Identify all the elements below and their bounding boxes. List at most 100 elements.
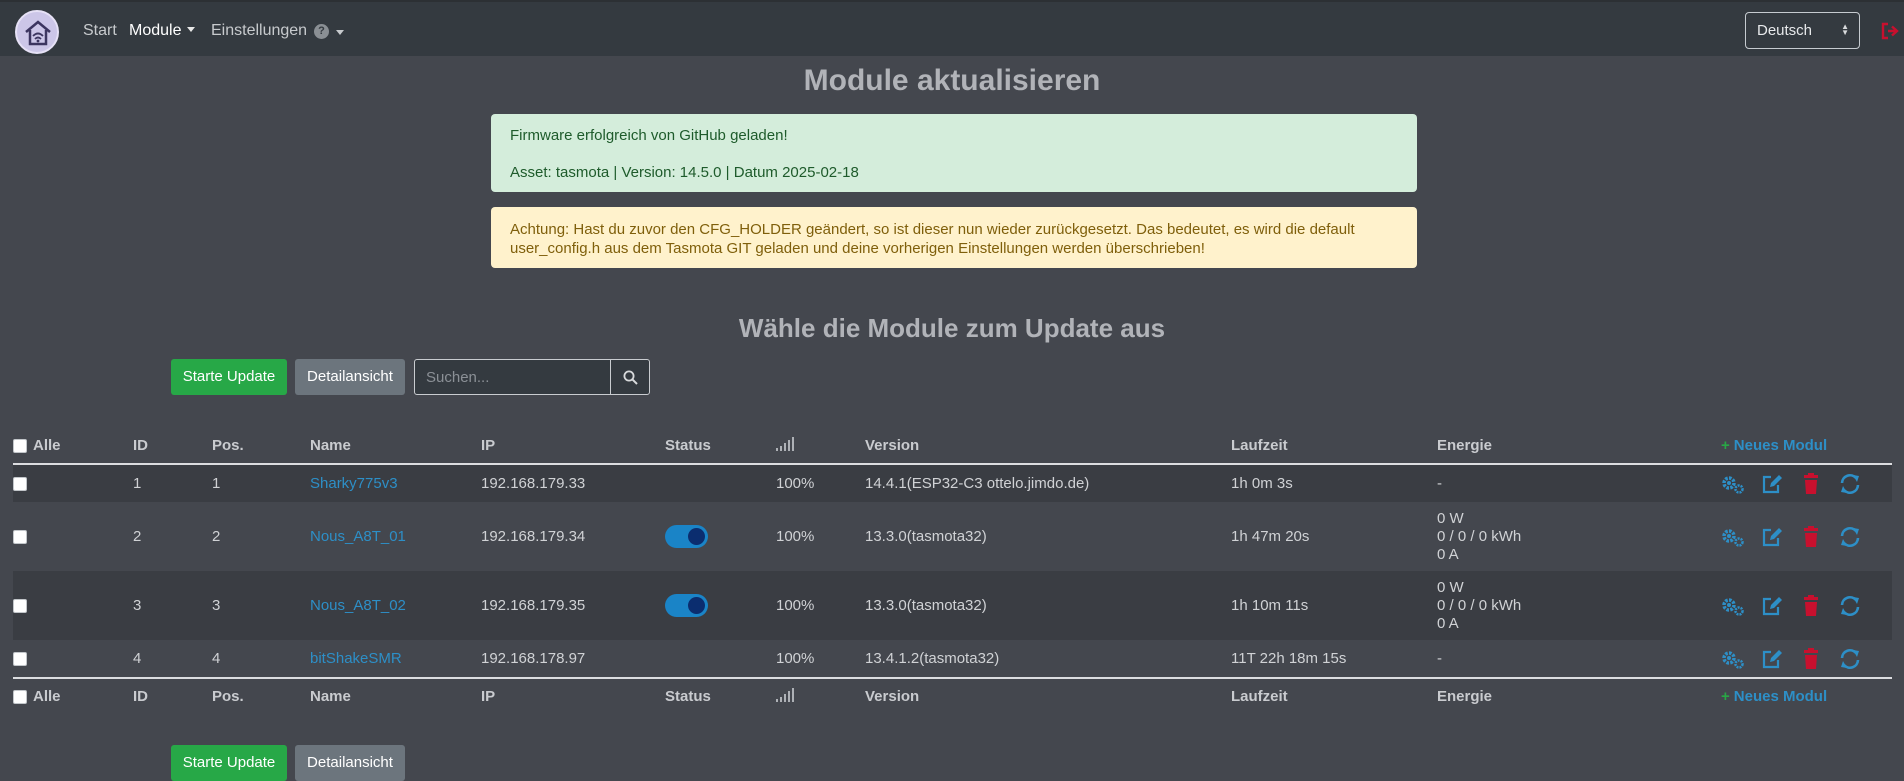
cell-status bbox=[665, 502, 776, 571]
nav-settings[interactable]: Einstellungen bbox=[211, 22, 307, 40]
detail-view-button-bottom[interactable]: Detailansicht bbox=[295, 745, 405, 781]
trash-icon[interactable] bbox=[1799, 525, 1825, 548]
edit-icon[interactable] bbox=[1760, 473, 1786, 495]
col-ip: IP bbox=[481, 437, 496, 454]
row-actions bbox=[1721, 640, 1892, 678]
edit-icon[interactable] bbox=[1760, 595, 1786, 617]
gears-icon[interactable] bbox=[1721, 595, 1747, 617]
power-toggle[interactable] bbox=[665, 525, 708, 548]
new-module-label: Neues Modul bbox=[1733, 437, 1828, 454]
cell-pos: 3 bbox=[212, 597, 221, 614]
cell-pos: 4 bbox=[212, 650, 221, 667]
trash-icon[interactable] bbox=[1799, 594, 1825, 617]
cell-uptime: 11T 22h 18m 15s bbox=[1231, 650, 1347, 667]
section-title: Wähle die Module zum Update aus bbox=[738, 313, 1166, 343]
refresh-icon[interactable] bbox=[1838, 648, 1864, 670]
gears-icon[interactable] bbox=[1721, 648, 1747, 670]
col-pos: Pos. bbox=[212, 437, 244, 454]
energy-power: 0 W bbox=[1437, 578, 1464, 596]
col-energy: Energie bbox=[1437, 688, 1493, 705]
new-module-link[interactable]: + Neues Modul bbox=[1721, 437, 1827, 454]
nav-start[interactable]: Start bbox=[83, 22, 117, 40]
home-logo-icon[interactable] bbox=[15, 10, 59, 54]
select-all-checkbox[interactable] bbox=[13, 438, 27, 453]
table-row: 4 4 bitShakeSMR 192.168.178.97 100% 13.4… bbox=[13, 640, 1892, 678]
table-row: 1 1 Sharky775v3 192.168.179.33 100% 14.4… bbox=[13, 464, 1892, 502]
row-checkbox[interactable] bbox=[13, 477, 27, 492]
cell-signal: 100% bbox=[776, 597, 815, 614]
cell-signal: 100% bbox=[776, 475, 815, 492]
gears-icon[interactable] bbox=[1721, 473, 1747, 495]
page-title: Module aktualisieren bbox=[803, 64, 1101, 97]
module-name-link[interactable]: bitShakeSMR bbox=[310, 650, 402, 667]
nav-module[interactable]: Module bbox=[129, 22, 196, 40]
cell-energy: - bbox=[1437, 650, 1442, 667]
cell-id: 2 bbox=[133, 528, 142, 545]
col-uptime: Laufzeit bbox=[1231, 437, 1288, 454]
detail-view-button[interactable]: Detailansicht bbox=[295, 359, 405, 395]
row-actions bbox=[1721, 502, 1892, 571]
cell-id: 4 bbox=[133, 650, 142, 667]
new-module-link[interactable]: + Neues Modul bbox=[1721, 688, 1827, 705]
refresh-icon[interactable] bbox=[1838, 473, 1864, 495]
start-update-button[interactable]: Starte Update bbox=[171, 359, 287, 395]
help-icon[interactable]: ? bbox=[314, 24, 329, 39]
cell-pos: 1 bbox=[212, 475, 221, 492]
chevron-down-icon[interactable] bbox=[336, 30, 344, 35]
table-row: 2 2 Nous_A8T_01 192.168.179.34 100% 13.3… bbox=[13, 502, 1892, 571]
cell-version: 13.3.0(tasmota32) bbox=[865, 597, 987, 614]
logout-icon[interactable] bbox=[1880, 21, 1900, 41]
cell-ip: 192.168.179.35 bbox=[481, 597, 586, 614]
col-uptime: Laufzeit bbox=[1231, 688, 1288, 705]
toggle-knob bbox=[688, 528, 705, 545]
signal-icon bbox=[776, 687, 794, 702]
cell-status bbox=[665, 640, 776, 678]
chevron-down-icon bbox=[187, 27, 196, 32]
plus-icon: + bbox=[1721, 688, 1730, 705]
select-all-label: Alle bbox=[33, 688, 61, 706]
row-checkbox[interactable] bbox=[13, 530, 27, 545]
success-alert: Firmware erfolgreich von GitHub geladen!… bbox=[491, 114, 1417, 192]
plus-icon: + bbox=[1721, 437, 1730, 454]
cell-energy: 0 W0 / 0 / 0 kWh 0 A bbox=[1437, 571, 1721, 640]
col-ip: IP bbox=[481, 688, 496, 705]
cell-ip: 192.168.178.97 bbox=[481, 650, 586, 667]
col-version: Version bbox=[865, 437, 920, 454]
cell-ip: 192.168.179.34 bbox=[481, 528, 586, 545]
cell-uptime: 1h 0m 3s bbox=[1231, 475, 1293, 492]
trash-icon[interactable] bbox=[1799, 647, 1825, 670]
language-select[interactable]: Deutsch ▲ ▼ bbox=[1745, 12, 1860, 49]
select-all-checkbox[interactable] bbox=[13, 689, 27, 704]
col-id: ID bbox=[133, 688, 148, 705]
row-checkbox[interactable] bbox=[13, 599, 27, 614]
module-name-link[interactable]: Nous_A8T_02 bbox=[310, 597, 406, 614]
select-arrows-icon: ▲ ▼ bbox=[1841, 22, 1849, 37]
nav-module-label: Module bbox=[129, 22, 182, 39]
warning-message: Achtung: Hast du zuvor den CFG_HOLDER ge… bbox=[510, 221, 1355, 257]
refresh-icon[interactable] bbox=[1838, 526, 1864, 548]
cell-version: 14.4.1(ESP32-C3 ottelo.jimdo.de) bbox=[865, 475, 1090, 492]
refresh-icon[interactable] bbox=[1838, 595, 1864, 617]
cell-version: 13.4.1.2(tasmota32) bbox=[865, 650, 1000, 667]
module-name-link[interactable]: Sharky775v3 bbox=[310, 475, 398, 492]
search-button[interactable] bbox=[610, 360, 649, 394]
cell-pos: 2 bbox=[212, 528, 221, 545]
cell-version: 13.3.0(tasmota32) bbox=[865, 528, 987, 545]
start-update-button-bottom[interactable]: Starte Update bbox=[171, 745, 287, 781]
cell-energy: 0 W0 / 0 / 0 kWh 0 A bbox=[1437, 502, 1721, 571]
col-name: Name bbox=[310, 437, 351, 454]
search-input[interactable] bbox=[415, 360, 610, 394]
cell-id: 3 bbox=[133, 597, 142, 614]
edit-icon[interactable] bbox=[1760, 526, 1786, 548]
warning-alert: Achtung: Hast du zuvor den CFG_HOLDER ge… bbox=[491, 207, 1417, 268]
gears-icon[interactable] bbox=[1721, 526, 1747, 548]
module-name-link[interactable]: Nous_A8T_01 bbox=[310, 528, 406, 545]
col-status: Status bbox=[665, 437, 711, 454]
power-toggle[interactable] bbox=[665, 594, 708, 617]
col-signal bbox=[776, 678, 865, 714]
edit-icon[interactable] bbox=[1760, 648, 1786, 670]
trash-icon[interactable] bbox=[1799, 472, 1825, 495]
new-module-label: Neues Modul bbox=[1733, 688, 1828, 705]
row-checkbox[interactable] bbox=[13, 652, 27, 667]
search-icon bbox=[623, 370, 638, 385]
